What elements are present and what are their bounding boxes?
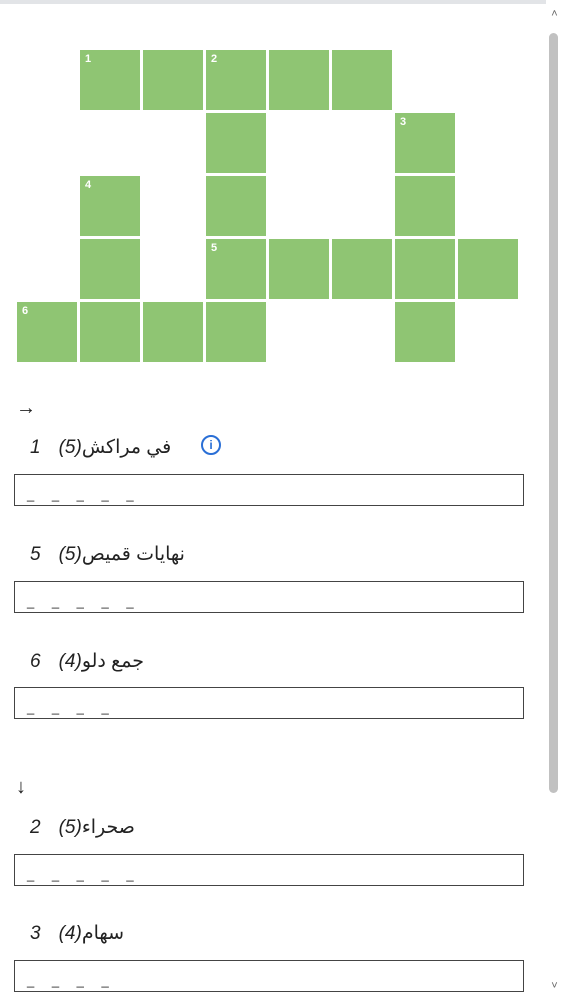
grid-cell[interactable]: 5 (206, 239, 266, 299)
clue-text: سهام (81, 923, 125, 944)
clue-number: 5 (30, 544, 41, 565)
clue-across-1: 1 (5)في مراكش (30, 436, 171, 460)
grid-cell[interactable]: 3 (395, 113, 455, 173)
answer-blanks: _ _ _ _ _ (27, 487, 141, 502)
clue-length: (4) (58, 651, 82, 672)
across-arrow: → (16, 397, 36, 419)
grid-cell[interactable] (332, 239, 392, 299)
grid-cell[interactable] (206, 176, 266, 236)
cell-number: 1 (85, 53, 92, 65)
grid-cell[interactable] (143, 50, 203, 110)
grid-cell[interactable] (332, 50, 392, 110)
scrollbar-thumb[interactable] (549, 33, 558, 793)
cell-number: 4 (85, 179, 92, 191)
clue-length: (5) (58, 817, 82, 838)
grid-cell[interactable]: 6 (17, 302, 77, 362)
grid-cell[interactable] (206, 302, 266, 362)
clue-length: (4) (58, 923, 82, 944)
grid-cell[interactable] (458, 239, 518, 299)
clue-length: (5) (58, 437, 82, 458)
scroll-up-icon[interactable]: ˄ (546, 8, 563, 20)
answer-input-across-1[interactable]: _ _ _ _ _ (14, 474, 524, 506)
grid-cell[interactable] (80, 302, 140, 362)
clue-text: نهايات قميص (81, 544, 185, 565)
grid-cell[interactable] (80, 239, 140, 299)
top-border (0, 0, 563, 4)
clue-number: 3 (30, 923, 41, 944)
clue-down-2: 2 (5)صحراء (30, 816, 135, 840)
answer-input-down-2[interactable]: _ _ _ _ _ (14, 854, 524, 886)
cell-number: 3 (400, 116, 407, 128)
grid-cell[interactable] (395, 176, 455, 236)
down-arrow: ↓ (16, 776, 26, 798)
answer-blanks: _ _ _ _ (27, 973, 116, 988)
grid-cell[interactable] (143, 302, 203, 362)
clue-text: في مراكش (81, 437, 172, 458)
grid-cell[interactable] (269, 239, 329, 299)
cell-number: 5 (211, 242, 218, 254)
clue-text: جمع دلو (81, 651, 144, 672)
clue-across-6: 6 (4)جمع دلو (30, 650, 144, 674)
grid-cell[interactable]: 4 (80, 176, 140, 236)
grid-cell[interactable] (395, 239, 455, 299)
clue-down-3: 3 (4)سهام (30, 922, 124, 946)
grid-cell[interactable] (269, 50, 329, 110)
grid-cell[interactable] (206, 113, 266, 173)
cell-number: 6 (22, 305, 29, 317)
answer-blanks: _ _ _ _ _ (27, 594, 141, 609)
info-icon[interactable]: i (201, 435, 221, 455)
answer-input-across-6[interactable]: _ _ _ _ (14, 687, 524, 719)
clue-number: 6 (30, 651, 41, 672)
grid-cell[interactable]: 2 (206, 50, 266, 110)
clue-length: (5) (58, 544, 82, 565)
clue-text: صحراء (81, 817, 135, 838)
grid-cell[interactable]: 1 (80, 50, 140, 110)
answer-input-across-5[interactable]: _ _ _ _ _ (14, 581, 524, 613)
cell-number: 2 (211, 53, 218, 65)
answer-blanks: _ _ _ _ _ (27, 867, 141, 882)
answer-blanks: _ _ _ _ (27, 700, 116, 715)
answer-input-down-3[interactable]: _ _ _ _ (14, 960, 524, 992)
clue-number: 1 (30, 437, 41, 458)
scroll-down-icon[interactable]: ˅ (546, 980, 563, 992)
clue-across-5: 5 (5)نهايات قميص (30, 543, 185, 567)
grid-cell[interactable] (395, 302, 455, 362)
clue-number: 2 (30, 817, 41, 838)
